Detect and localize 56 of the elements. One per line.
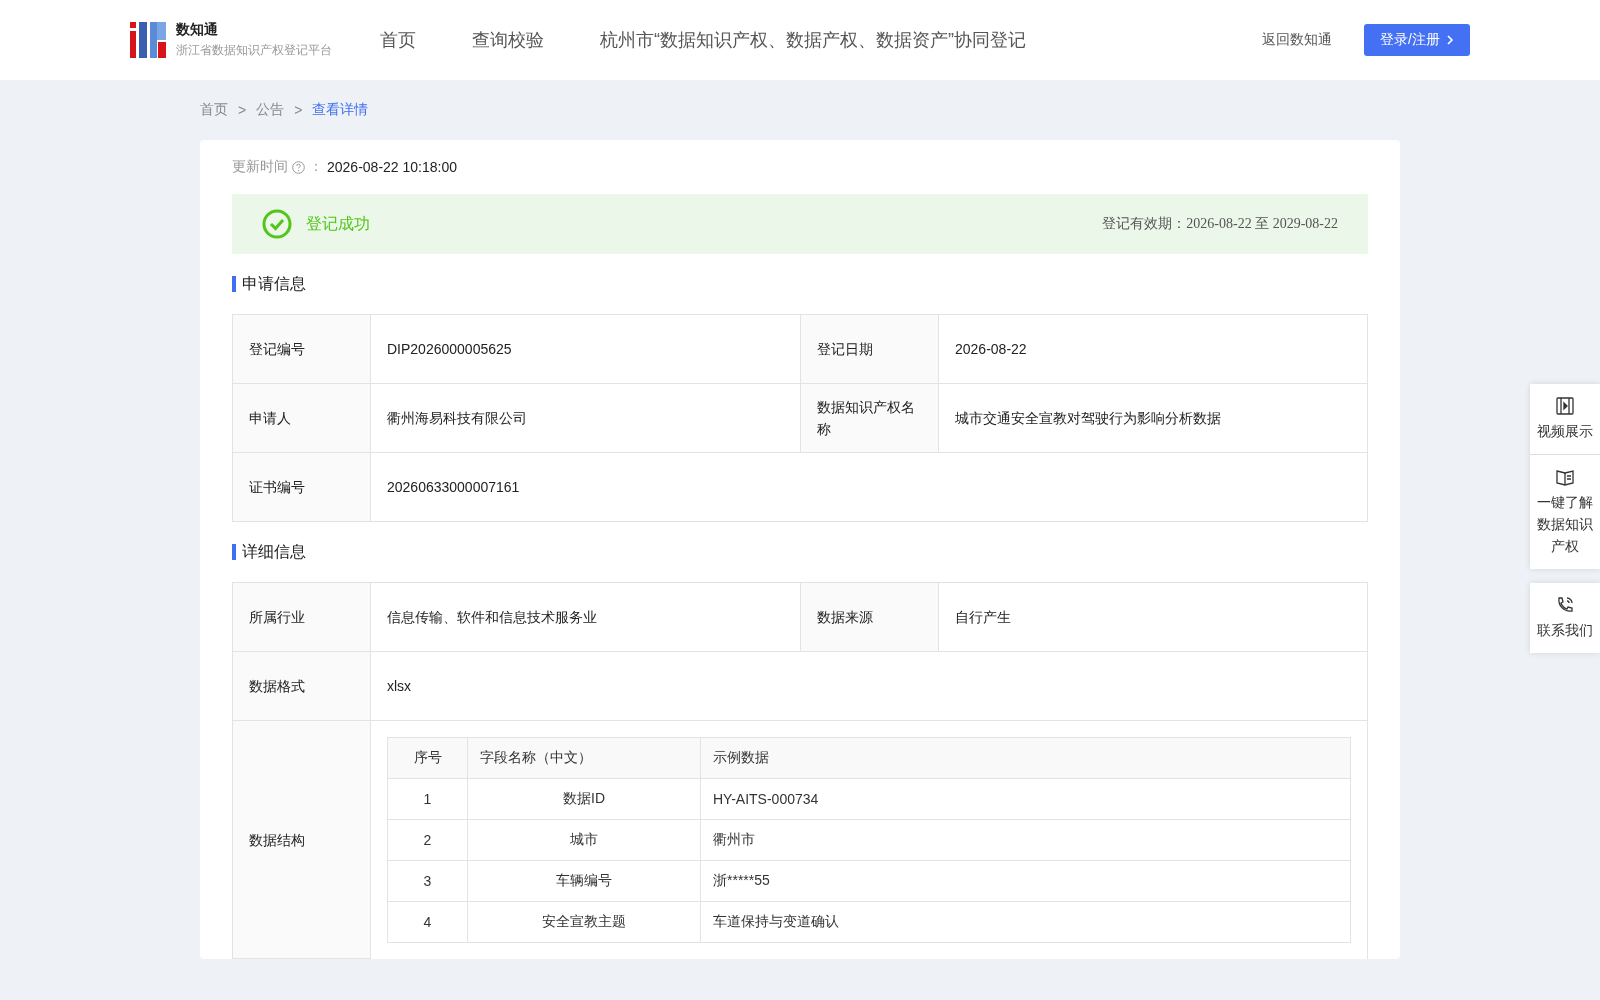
field-value: 城市交通安全宣教对驾驶行为影响分析数据 xyxy=(939,384,1368,453)
column-header: 序号 xyxy=(388,738,468,779)
field-value: 自行产生 xyxy=(939,583,1368,652)
chevron-right-icon xyxy=(1446,34,1454,46)
column-header: 示例数据 xyxy=(701,738,1351,779)
back-link[interactable]: 返回数知通 xyxy=(1262,31,1333,49)
table-cell: 浙*****55 xyxy=(701,861,1351,902)
field-label: 申请人 xyxy=(233,384,371,453)
table-cell: 城市 xyxy=(468,820,701,861)
column-header: 字段名称（中文） xyxy=(468,738,701,779)
breadcrumb-separator: > xyxy=(238,102,247,118)
field-label: 数据结构 xyxy=(233,721,371,959)
field-label: 数据知识产权名称 xyxy=(801,384,939,453)
table-cell: 安全宣教主题 xyxy=(468,902,701,943)
table-cell: 3 xyxy=(388,861,468,902)
update-time: 2026-08-22 10:18:00 xyxy=(327,159,457,175)
video-icon xyxy=(1555,396,1575,416)
floating-menu-item[interactable]: 联系我们 xyxy=(1530,583,1600,653)
nav-link[interactable]: 首页 xyxy=(380,28,416,52)
breadcrumb-separator: > xyxy=(294,102,303,118)
book-icon xyxy=(1555,467,1575,487)
table-cell: 数据ID xyxy=(468,779,701,820)
field-value: 20260633000007161 xyxy=(371,453,1368,522)
phone-icon xyxy=(1555,595,1575,615)
section-title: 详细信息 xyxy=(232,544,1368,560)
logo-name: 数知通 xyxy=(176,21,219,39)
floating-menu-item[interactable]: 一键了解数据知识产权 xyxy=(1530,454,1600,569)
help-icon xyxy=(292,160,305,174)
section-title: 申请信息 xyxy=(232,276,1368,292)
validity-text: 登记有效期：2026-08-22 至 2029-08-22 xyxy=(1102,215,1338,233)
colon: ： xyxy=(309,158,323,176)
table-cell: 4 xyxy=(388,902,468,943)
field-label: 数据来源 xyxy=(801,583,939,652)
nav-link[interactable]: 查询校验 xyxy=(472,28,544,52)
field-value: xlsx xyxy=(371,652,1368,721)
table-cell: 2 xyxy=(388,820,468,861)
breadcrumb-link[interactable]: 查看详情 xyxy=(312,101,369,119)
field-label: 登记编号 xyxy=(233,315,371,384)
field-label: 登记日期 xyxy=(801,315,939,384)
status-text: 登记成功 xyxy=(306,213,371,234)
update-label: 更新时间 xyxy=(232,158,288,176)
table-cell: 车辆编号 xyxy=(468,861,701,902)
field-label: 数据格式 xyxy=(233,652,371,721)
logo-subtitle: 浙江省数据知识产权登记平台 xyxy=(176,42,332,59)
login-button[interactable]: 登录/注册 xyxy=(1364,24,1470,56)
table-cell: HY-AITS-000734 xyxy=(701,779,1351,820)
nav-link[interactable]: 杭州市“数据知识产权、数据产权、数据资产”协同登记 xyxy=(600,28,1026,52)
check-circle-icon xyxy=(262,209,292,239)
field-value: 2026-08-22 xyxy=(939,315,1368,384)
floating-menu-item[interactable]: 视频展示 xyxy=(1530,384,1600,454)
table-cell: 衢州市 xyxy=(701,820,1351,861)
field-label: 所属行业 xyxy=(233,583,371,652)
table-cell: 1 xyxy=(388,779,468,820)
table-cell: 车道保持与变道确认 xyxy=(701,902,1351,943)
logo-icon xyxy=(130,22,166,58)
field-label: 证书编号 xyxy=(233,453,371,522)
